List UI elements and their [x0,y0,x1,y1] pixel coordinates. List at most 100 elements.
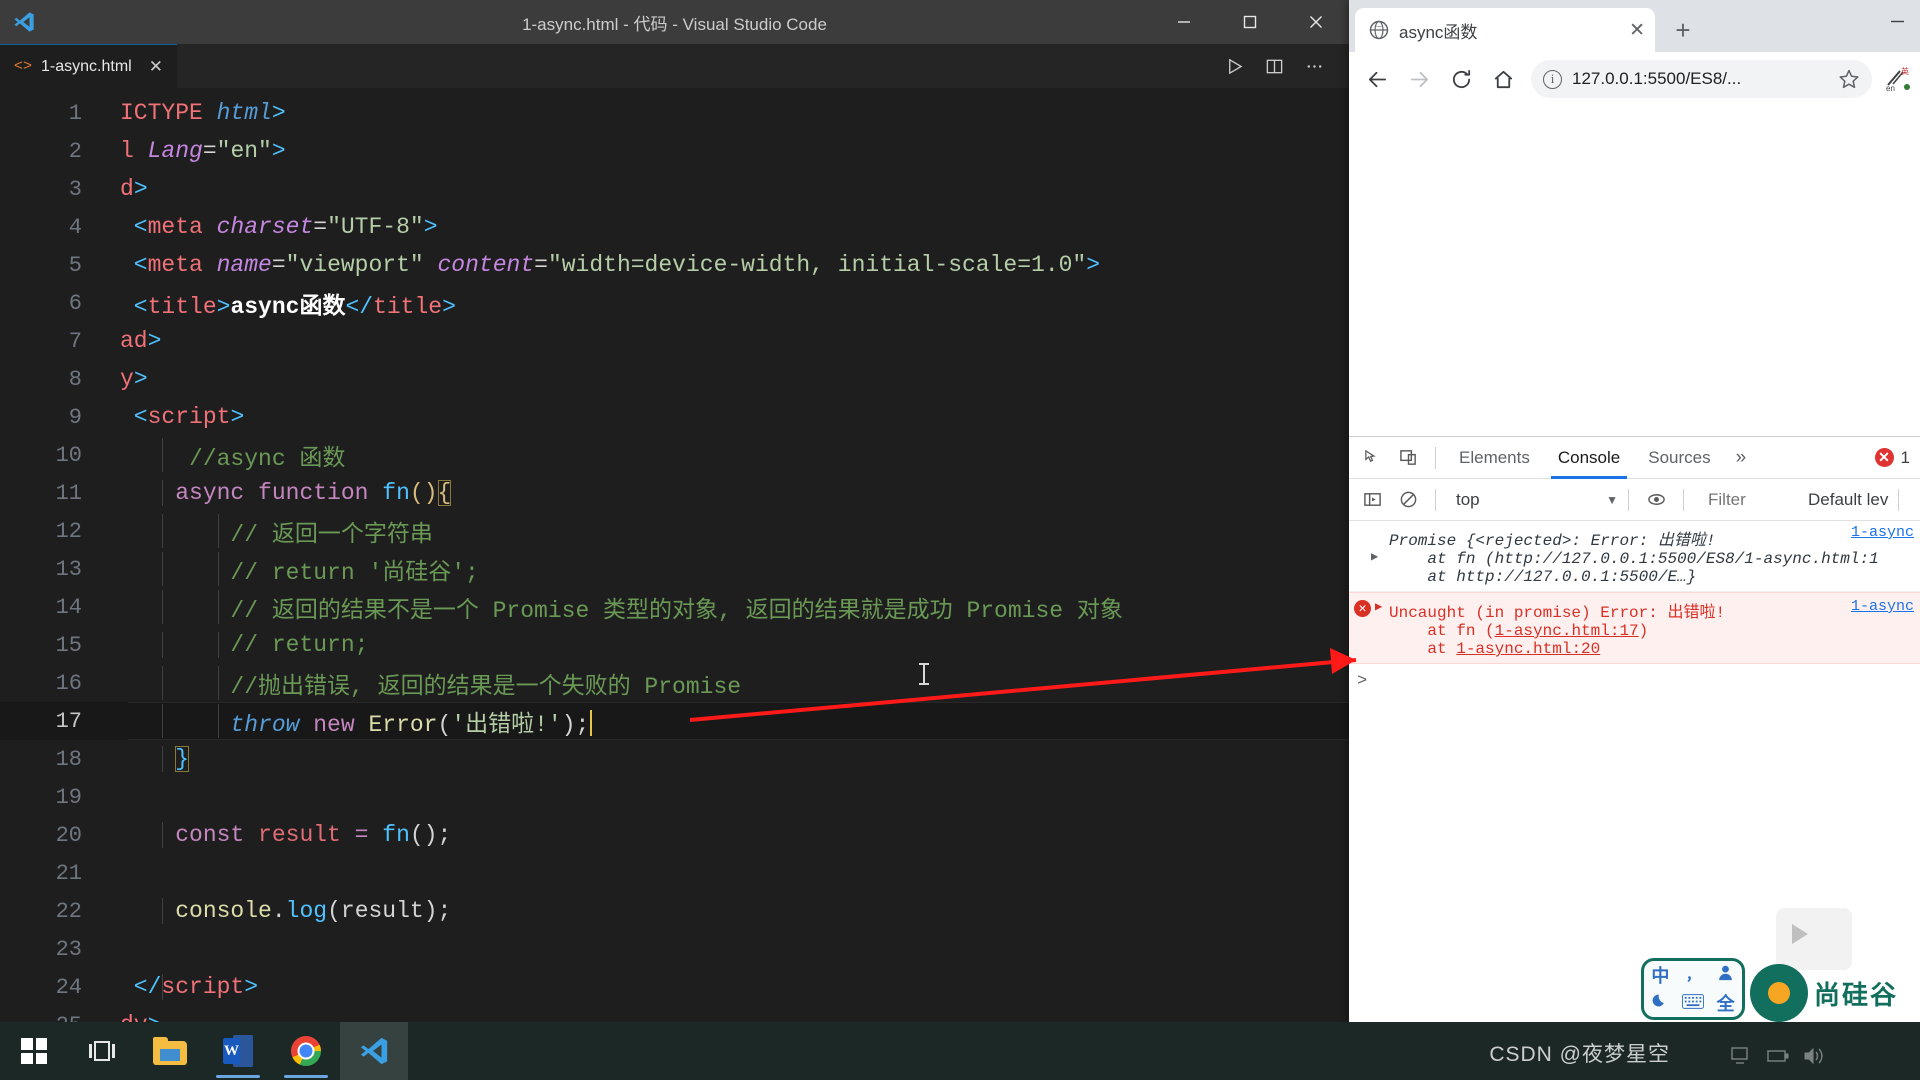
address-bar[interactable]: i 127.0.0.1:5500/ES8/... [1531,60,1872,98]
bookmark-star-icon[interactable] [1838,68,1860,90]
code-token: > [133,176,148,202]
expand-arrow-icon[interactable]: ▶ [1371,549,1378,564]
more-actions-icon[interactable] [1297,49,1331,83]
devtools-more-tabs-icon[interactable]: » [1726,447,1757,469]
home-icon[interactable] [1483,59,1523,99]
editor-tab-1-async-html[interactable]: <> 1-async.html ✕ [0,44,177,88]
browser-tab-async[interactable]: async函数 ✕ [1355,8,1655,52]
console-stack-link[interactable]: 1-async.html:17 [1495,622,1639,640]
chrome-minimize-button[interactable] [1874,0,1920,42]
site-info-icon[interactable]: i [1543,69,1562,89]
devtools-error-counter[interactable]: ✕ 1 [1874,448,1920,468]
task-view-button[interactable] [68,1022,136,1080]
devtools-tab-console[interactable]: Console [1545,437,1633,479]
console-source-link[interactable]: 1-async [1851,524,1914,541]
forward-arrow-icon[interactable] [1399,59,1439,99]
split-editor-icon[interactable] [1257,49,1291,83]
code-line[interactable]: 19 [0,778,1349,816]
chrome-button[interactable] [272,1022,340,1080]
code-line[interactable]: 5 <meta name="viewport" content="width=d… [0,246,1349,284]
line-number: 3 [68,176,82,202]
ime-punctuation-icon[interactable]: ， [1686,965,1700,985]
code-content[interactable]: 1 ICTYPE html> 2 l Lang="en"> 3 d> 4 <meta cha… [0,88,1349,1022]
console-source-link[interactable]: 1-async [1851,598,1914,615]
ime-mode-label[interactable]: 中 [1651,962,1669,988]
expand-arrow-icon[interactable]: ▶ [1375,599,1382,614]
start-button[interactable] [0,1022,68,1080]
console-sidebar-icon[interactable] [1355,483,1389,517]
device-toolbar-icon[interactable] [1391,441,1425,475]
code-line[interactable]: 21 [0,854,1349,892]
running-indicator [284,1075,328,1078]
file-explorer-button[interactable] [136,1022,204,1080]
devtools-tab-sources[interactable]: Sources [1635,437,1723,479]
code-line[interactable]: 15 // return; [0,626,1349,664]
code-line[interactable]: 23 [0,930,1349,968]
code-line[interactable]: 11 async function fn(){ [0,474,1349,512]
console-log-level-selector[interactable]: Default lev [1808,490,1888,510]
code-line[interactable]: 20 const result = fn(); [0,816,1349,854]
code-line[interactable]: 9 <script> [0,398,1349,436]
code-line[interactable]: 8 y> [0,360,1349,398]
keyboard-icon[interactable] [1681,993,1704,1014]
moon-icon[interactable] [1652,992,1669,1014]
editor-tab-actions [1217,44,1349,88]
code-line-text: y> [112,366,1349,392]
clear-console-icon[interactable] [1391,483,1425,517]
code-line[interactable]: 18 } [0,740,1349,778]
code-token: > [271,100,286,126]
vscode-button[interactable] [340,1022,408,1080]
code-line[interactable]: 16 //抛出错误, 返回的结果是一个失败的 Promise [0,664,1349,702]
console-stack-link[interactable]: 1-async.html:20 [1456,640,1600,658]
vscode-editor[interactable]: 1 ICTYPE html> 2 l Lang="en"> 3 d> 4 <meta cha… [0,88,1349,1022]
code-line[interactable]: 6 <title>async函数</title> [0,284,1349,322]
code-line[interactable]: 17 throw new Error('出错啦!'); [0,702,1349,740]
browser-tab-close-icon[interactable]: ✕ [1629,21,1645,40]
code-line[interactable]: 14 // 返回的结果不是一个 Promise 类型的对象, 返回的结果就是成功… [0,588,1349,626]
console-output[interactable]: ▶ 1-async Promise {<rejected>: Error: 出错啦!… [1349,521,1920,691]
code-line[interactable]: 25dy> [0,1006,1349,1022]
vscode-minimize-button[interactable] [1151,0,1217,44]
code-line[interactable]: 10 //async 函数 [0,436,1349,474]
code-line-text: ad> [112,328,1349,354]
editor-tab-close-icon[interactable]: ✕ [149,57,163,77]
code-line[interactable]: 7 ad> [0,322,1349,360]
code-line[interactable]: 22 console.log(result); [0,892,1349,930]
page-viewport[interactable] [1349,106,1920,436]
vscode-maximize-button[interactable] [1217,0,1283,44]
console-error-message[interactable]: ✕ ▶ 1-async Uncaught (in promise) Error: 出错… [1349,592,1920,664]
ime-width-mode-label[interactable]: 全 [1717,990,1735,1016]
console-filter-input[interactable] [1702,487,1794,512]
console-input-prompt[interactable] [1349,664,1920,691]
word-button[interactable]: W [204,1022,272,1080]
code-line[interactable]: 2 l Lang="en"> [0,132,1349,170]
back-arrow-icon[interactable] [1357,59,1397,99]
reload-icon[interactable] [1441,59,1481,99]
code-line[interactable]: 1 ICTYPE html> [0,94,1349,132]
console-log-message[interactable]: ▶ 1-async Promise {<rejected>: Error: 出错啦!… [1349,521,1920,592]
inspect-element-icon[interactable] [1355,441,1389,475]
console-context-selector[interactable]: top ▼ [1446,490,1618,510]
code-token: // return; [120,632,369,658]
code-token: fn [382,480,410,506]
devtools-tab-elements[interactable]: Elements [1446,437,1543,479]
code-line[interactable]: 13 // return '尚硅谷'; [0,550,1349,588]
code-line[interactable]: 4 <meta charset="UTF-8"> [0,208,1349,246]
translate-extension-icon[interactable]: en 英 [1884,65,1912,93]
text-caret [590,710,593,736]
vscode-close-button[interactable] [1283,0,1349,44]
run-icon[interactable] [1217,49,1251,83]
code-line[interactable]: 24 </script> [0,968,1349,1006]
code-line[interactable]: 12 // 返回一个字符串 [0,512,1349,550]
ime-status-bar[interactable]: 中 ， 全 [1641,958,1745,1020]
user-icon[interactable] [1717,964,1734,986]
live-expression-icon[interactable] [1639,483,1673,517]
code-token: () [409,822,438,848]
code-token: // 返回的结果不是一个 Promise 类型的对象, 返回的结果就是成功 Pr… [120,598,1123,624]
code-token: // return '尚硅谷'; [120,560,479,586]
code-token: </ [345,294,374,320]
new-tab-button[interactable]: + [1665,12,1701,48]
code-line[interactable]: 3 d> [0,170,1349,208]
